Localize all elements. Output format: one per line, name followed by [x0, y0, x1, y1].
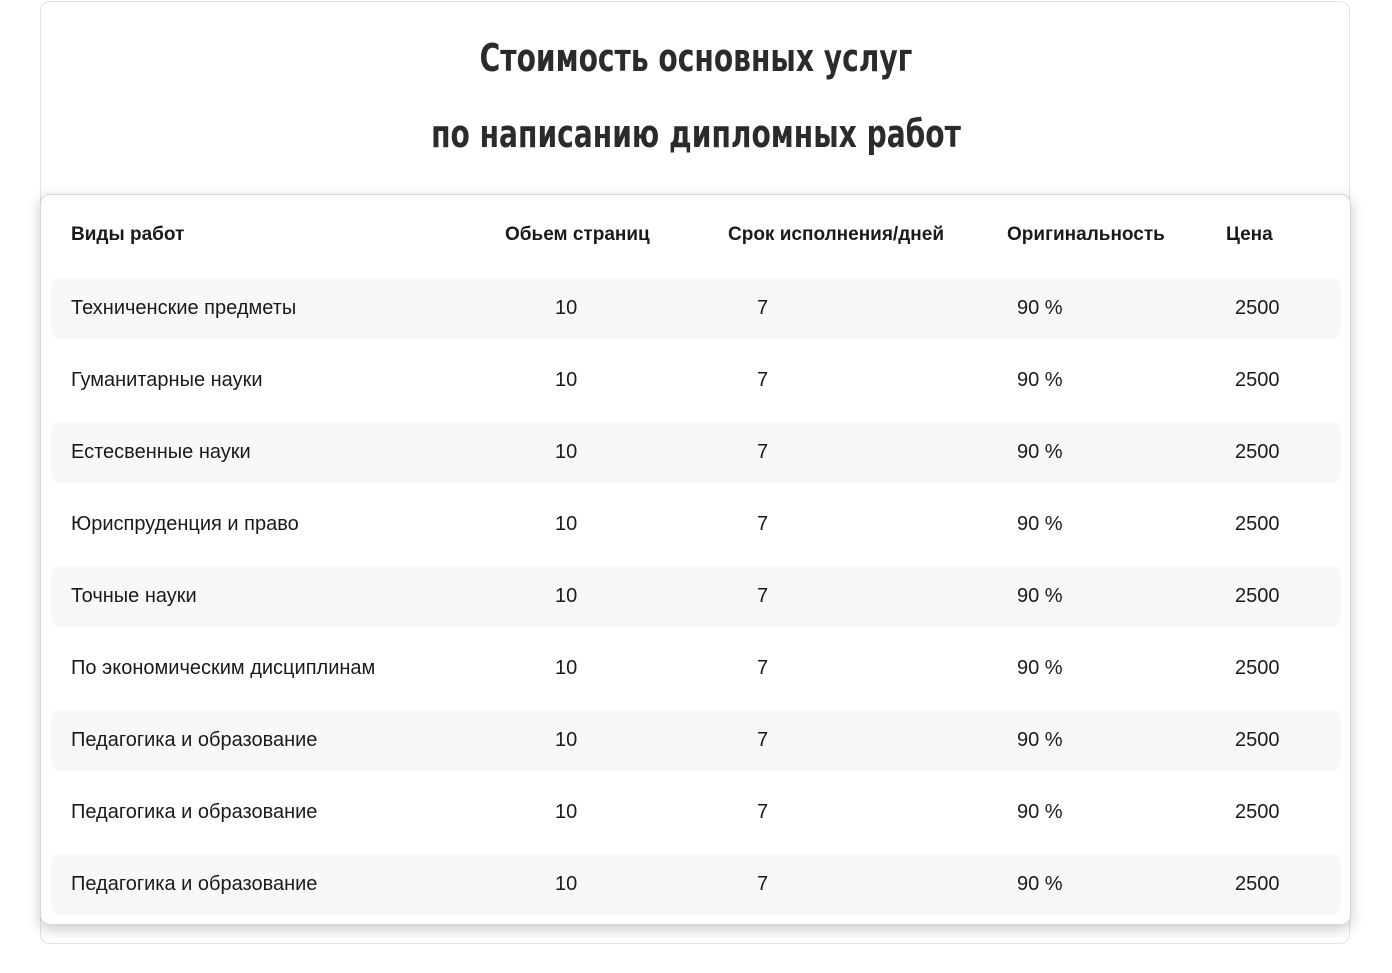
table-row: Точные науки 10 7 90 % 2500 — [51, 566, 1341, 627]
table-row: Естесвенные науки 10 7 90 % 2500 — [51, 422, 1341, 483]
cell-type: Естесвенные науки — [71, 441, 251, 463]
cell-type: Педагогика и образование — [71, 729, 318, 751]
cell-price: 2500 — [1235, 513, 1280, 535]
cell-days: 7 — [757, 657, 769, 679]
page-title: Стоимость основных услуг по написанию ди… — [181, 20, 1211, 172]
cell-days: 7 — [757, 801, 769, 823]
cell-originality: 90 % — [1017, 585, 1063, 607]
cell-originality: 90 % — [1017, 729, 1063, 751]
table-row: Педагогика и образование 10 7 90 % 2500 — [51, 782, 1341, 843]
table-body: Техниченские предметы 10 7 90 % 2500 Гум… — [51, 278, 1341, 926]
cell-price: 2500 — [1235, 441, 1280, 463]
cell-price: 2500 — [1235, 657, 1280, 679]
cell-days: 7 — [757, 729, 769, 751]
cell-price: 2500 — [1235, 585, 1280, 607]
cell-pages: 10 — [555, 369, 578, 391]
cell-type: Юриспруденция и право — [71, 513, 299, 535]
header-pages: Обьем страниц — [505, 224, 650, 245]
page-title-line-2: по написанию дипломных работ — [431, 112, 961, 156]
cell-days: 7 — [757, 513, 769, 535]
cell-originality: 90 % — [1017, 369, 1063, 391]
cell-originality: 90 % — [1017, 297, 1063, 319]
header-originality: Оригинальность — [1007, 224, 1165, 245]
cell-type: Педагогика и образование — [71, 801, 318, 823]
cell-pages: 10 — [555, 729, 578, 751]
header-type: Виды работ — [71, 224, 185, 245]
price-table: Виды работ Обьем страниц Срок исполнения… — [40, 194, 1351, 925]
cell-price: 2500 — [1235, 729, 1280, 751]
cell-type: Точные науки — [71, 585, 197, 607]
cell-originality: 90 % — [1017, 513, 1063, 535]
cell-pages: 10 — [555, 513, 578, 535]
cell-pages: 10 — [555, 441, 578, 463]
cell-days: 7 — [757, 297, 769, 319]
table-header: Виды работ Обьем страниц Срок исполнения… — [41, 195, 1350, 277]
table-row: Юриспруденция и право 10 7 90 % 2500 — [51, 494, 1341, 555]
cell-days: 7 — [757, 369, 769, 391]
page-title-line-1: Стоимость основных услуг — [479, 36, 913, 80]
cell-pages: 10 — [555, 801, 578, 823]
header-days: Срок исполнения/дней — [728, 224, 944, 245]
table-row: Гуманитарные науки 10 7 90 % 2500 — [51, 350, 1341, 411]
cell-days: 7 — [757, 441, 769, 463]
cell-originality: 90 % — [1017, 873, 1063, 895]
cell-type: Гуманитарные науки — [71, 369, 263, 391]
cell-originality: 90 % — [1017, 657, 1063, 679]
header-price: Цена — [1226, 224, 1273, 245]
cell-price: 2500 — [1235, 297, 1280, 319]
table-row: Техниченские предметы 10 7 90 % 2500 — [51, 278, 1341, 339]
cell-pages: 10 — [555, 873, 578, 895]
cell-price: 2500 — [1235, 801, 1280, 823]
table-row: По экономическим дисциплинам 10 7 90 % 2… — [51, 638, 1341, 699]
cell-pages: 10 — [555, 657, 578, 679]
table-row: Педагогика и образование 10 7 90 % 2500 — [51, 710, 1341, 771]
cell-type: По экономическим дисциплинам — [71, 657, 376, 679]
cell-price: 2500 — [1235, 873, 1280, 895]
cell-pages: 10 — [555, 297, 578, 319]
cell-days: 7 — [757, 873, 769, 895]
cell-type: Педагогика и образование — [71, 873, 318, 895]
cell-originality: 90 % — [1017, 441, 1063, 463]
cell-originality: 90 % — [1017, 801, 1063, 823]
cell-days: 7 — [757, 585, 769, 607]
cell-pages: 10 — [555, 585, 578, 607]
cell-price: 2500 — [1235, 369, 1280, 391]
cell-type: Техниченские предметы — [71, 297, 297, 319]
table-row: Педагогика и образование 10 7 90 % 2500 — [51, 854, 1341, 915]
